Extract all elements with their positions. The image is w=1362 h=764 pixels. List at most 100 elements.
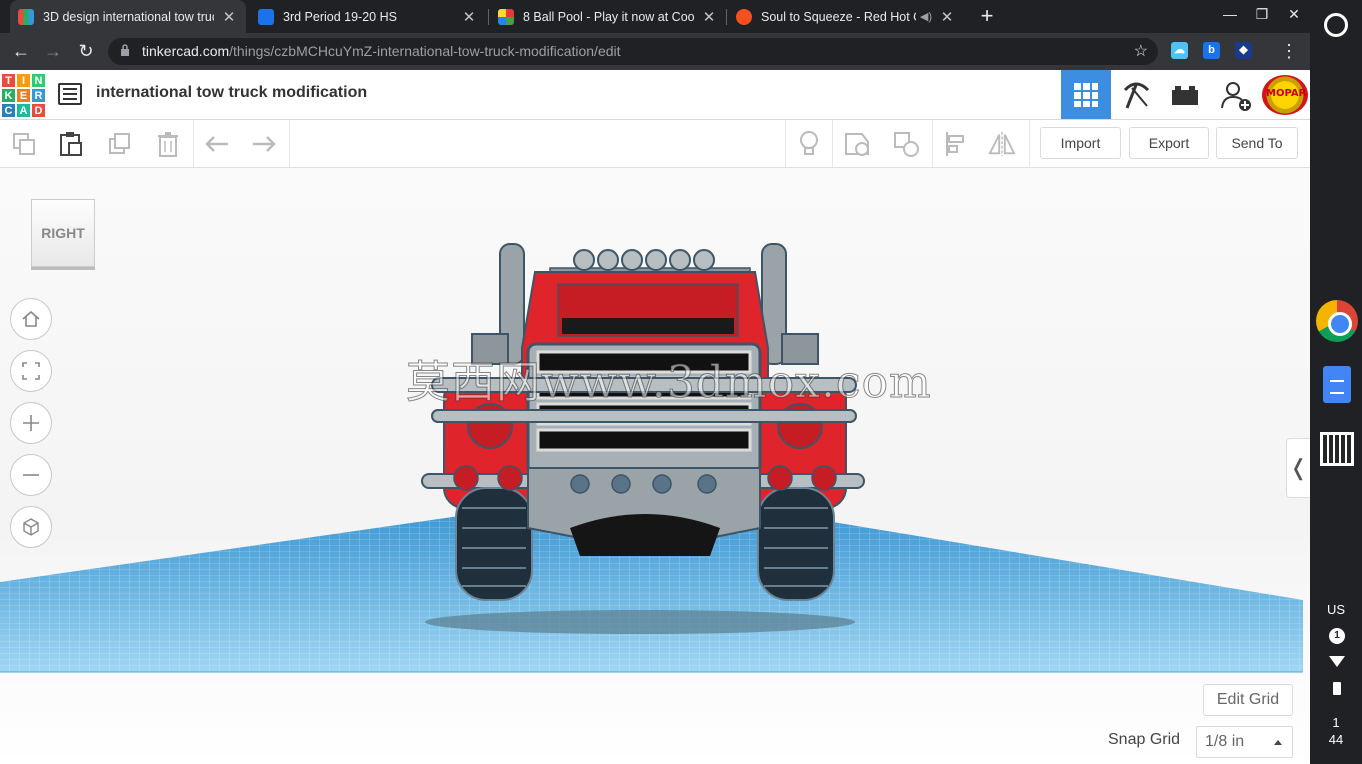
shapes-panel-toggle[interactable]: ❬: [1286, 438, 1310, 498]
home-view-button[interactable]: [10, 298, 52, 340]
workplane-viewport[interactable]: 莫西网www.3dmox.com RIGHT ❬ Edit Grid Snap …: [0, 168, 1310, 764]
clock-hour[interactable]: 1: [1310, 715, 1362, 730]
notification-count-badge[interactable]: 1: [1329, 628, 1345, 644]
copy-icon: [13, 133, 35, 155]
undo-button[interactable]: [203, 130, 231, 158]
user-avatar[interactable]: MOPAR: [1262, 75, 1308, 115]
editor-toolbar: Import Export Send To: [0, 120, 1310, 168]
zoom-in-button[interactable]: [10, 402, 52, 444]
lock-icon: [121, 44, 129, 56]
classroom-favicon: [258, 8, 274, 25]
align-icon: [946, 132, 964, 156]
perspective-toggle-button[interactable]: [10, 506, 52, 548]
delete-button[interactable]: [154, 130, 182, 158]
export-button[interactable]: Export: [1129, 127, 1209, 159]
edit-grid-button[interactable]: Edit Grid: [1203, 684, 1293, 716]
import-button[interactable]: Import: [1040, 127, 1121, 159]
logo-letter: N: [31, 73, 46, 88]
group-button[interactable]: [843, 130, 871, 158]
minimize-icon[interactable]: —: [1220, 6, 1240, 22]
design-list-icon[interactable]: [58, 83, 82, 105]
toolbar-divider: [785, 120, 786, 167]
speaker-icon[interactable]: ◀): [920, 10, 932, 23]
launcher-icon[interactable]: [1324, 13, 1348, 37]
b-extension-icon[interactable]: b: [1203, 42, 1220, 59]
add-user-icon: [1221, 81, 1251, 111]
tab-tinkercad[interactable]: 3D design international tow truc ✕: [10, 0, 246, 33]
duplicate-button[interactable]: [106, 130, 134, 158]
os-shelf: US 1 1 44: [1310, 0, 1362, 764]
send-to-button[interactable]: Send To: [1216, 127, 1298, 159]
copy-button[interactable]: [10, 130, 38, 158]
toolbar-divider: [193, 120, 194, 167]
ungroup-button[interactable]: [892, 130, 920, 158]
tinkercad-header: T I N K E R C A D international tow truc…: [0, 70, 1310, 120]
back-icon[interactable]: ←: [10, 40, 32, 62]
forward-icon[interactable]: →: [42, 40, 64, 62]
tab-title: 3rd Period 19-20 HS: [283, 9, 397, 24]
clock-minute[interactable]: 44: [1310, 732, 1362, 747]
tab-separator: [726, 9, 727, 25]
logo-letter: I: [16, 73, 31, 88]
project-title[interactable]: international tow truck modification: [96, 84, 367, 102]
tab-title: Soul to Squeeze - Red Hot Ch: [761, 9, 916, 24]
view-cube-label: RIGHT: [41, 225, 85, 241]
notes-button[interactable]: [795, 130, 823, 158]
home-icon: [22, 310, 40, 327]
cloud-extension-icon[interactable]: ☁: [1171, 42, 1188, 59]
music-favicon: [736, 8, 752, 25]
group-icon: [845, 133, 869, 156]
toolbar-divider: [1029, 120, 1030, 167]
close-tab-icon[interactable]: ✕: [938, 8, 956, 26]
new-tab-icon[interactable]: +: [976, 4, 998, 28]
browser-toolbar: ← → ↻ tinkercad.com/things/czbMCHcuYmZ-i…: [0, 33, 1310, 70]
redo-icon: [253, 136, 276, 152]
close-tab-icon[interactable]: ✕: [220, 8, 238, 26]
bookmark-star-icon[interactable]: ☆: [1134, 41, 1148, 61]
snap-grid-select[interactable]: 1/8 in: [1196, 726, 1293, 758]
tab-title: 3D design international tow truc: [43, 9, 214, 24]
url-domain: tinkercad.com: [142, 43, 230, 59]
address-bar[interactable]: tinkercad.com/things/czbMCHcuYmZ-interna…: [108, 38, 1158, 65]
logo-letter: E: [16, 88, 31, 103]
close-tab-icon[interactable]: ✕: [460, 8, 478, 26]
paste-button[interactable]: [57, 130, 85, 158]
wifi-icon[interactable]: [1329, 656, 1345, 667]
close-window-icon[interactable]: ✕: [1284, 6, 1304, 23]
chrome-menu-icon[interactable]: ⋮: [1278, 40, 1300, 62]
tinkercad-favicon: [18, 8, 34, 25]
shield-extension-icon[interactable]: ◆: [1235, 42, 1252, 59]
chrome-app-icon[interactable]: [1316, 300, 1358, 342]
caret-up-icon: [1274, 740, 1282, 745]
mirror-button[interactable]: [988, 130, 1016, 158]
3d-design-view-button[interactable]: [1061, 70, 1111, 119]
battery-icon[interactable]: [1333, 682, 1341, 695]
url-text: tinkercad.com/things/czbMCHcuYmZ-interna…: [142, 43, 621, 59]
view-cube[interactable]: RIGHT: [31, 199, 95, 267]
browser-tab-strip: 3D design international tow truc ✕ 3rd P…: [0, 0, 1310, 33]
close-tab-icon[interactable]: ✕: [700, 8, 718, 26]
qr-code-app-icon[interactable]: [1320, 432, 1354, 466]
tinkercad-logo[interactable]: T I N K E R C A D: [1, 73, 46, 118]
trash-icon: [158, 132, 178, 157]
snap-grid-value: 1/8 in: [1205, 733, 1245, 750]
google-docs-app-icon[interactable]: [1323, 366, 1351, 403]
zoom-out-button[interactable]: [10, 454, 52, 496]
keyboard-layout[interactable]: US: [1310, 602, 1362, 617]
tab-8-ball-pool[interactable]: 8 Ball Pool - Play it now at Cooln ✕: [490, 0, 726, 33]
blocks-view-button[interactable]: [1111, 70, 1161, 119]
align-button[interactable]: [942, 130, 970, 158]
fit-view-button[interactable]: [10, 350, 52, 392]
duplicate-icon: [109, 133, 130, 154]
coolmath-favicon: [498, 8, 514, 25]
logo-letter: K: [1, 88, 16, 103]
tab-music[interactable]: Soul to Squeeze - Red Hot Ch ◀) ✕: [728, 0, 964, 33]
share-users-button[interactable]: [1211, 70, 1261, 119]
redo-button[interactable]: [250, 130, 278, 158]
tab-classroom[interactable]: 3rd Period 19-20 HS ✕: [250, 0, 486, 33]
reload-icon[interactable]: ↻: [75, 40, 97, 62]
plus-icon: [23, 415, 39, 431]
truck-model[interactable]: [410, 238, 880, 608]
restore-icon[interactable]: ❐: [1252, 6, 1272, 23]
bricks-view-button[interactable]: [1160, 70, 1210, 119]
